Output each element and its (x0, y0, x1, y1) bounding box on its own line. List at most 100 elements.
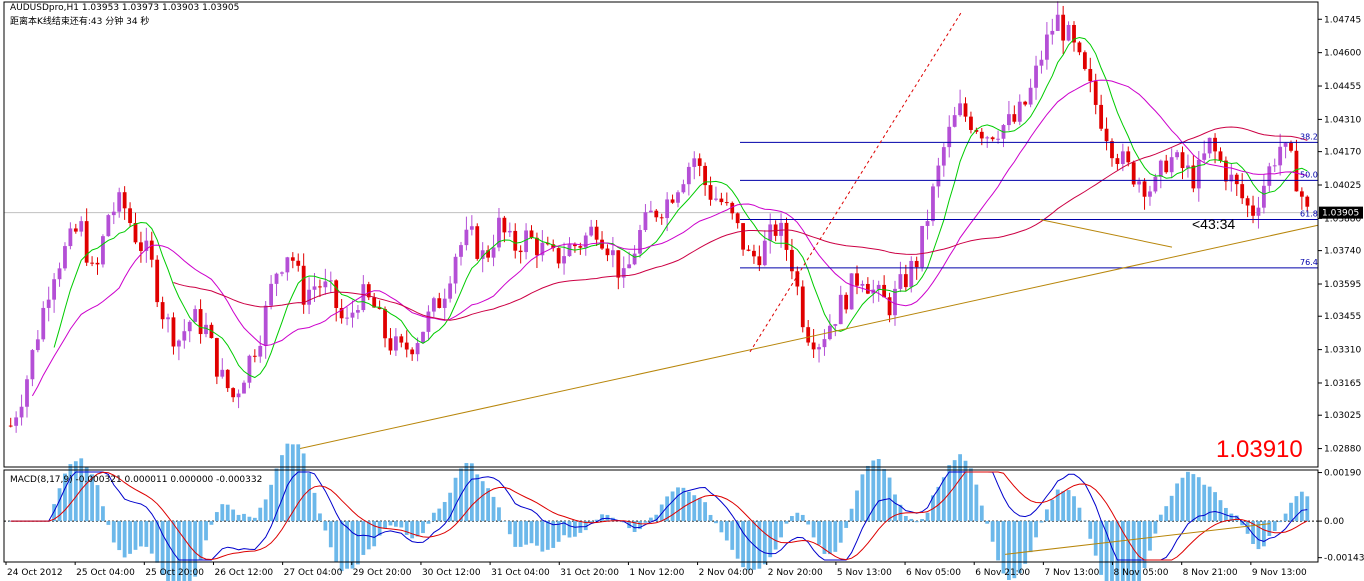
candle-body (204, 324, 208, 335)
ma-mid-line (31, 79, 1308, 397)
candle-body (822, 339, 827, 348)
time-tick-label: 1 Nov 12:00 (629, 568, 684, 578)
candle-body (925, 221, 930, 226)
macd-histogram-bar (1077, 507, 1082, 522)
bar-countdown-header: 距离本K线结束还有:43 分钟 34 秒 (10, 17, 150, 27)
candle-body (166, 317, 170, 320)
candle-body (600, 239, 604, 249)
candle-body (1234, 174, 1239, 185)
macd-histogram-bar (1289, 502, 1293, 522)
candle-body (936, 165, 941, 187)
chart-window: 38.2 50.0 61.8 76.4 1.04745 1.04600 1.04455 1.… (0, 0, 1364, 581)
candle-body (1267, 166, 1272, 186)
macd-histogram-bar (893, 494, 897, 522)
price-tick-label: 1.03455 (1324, 312, 1361, 322)
price-tick-label: 1.03310 (1324, 346, 1361, 356)
candle-body (643, 212, 648, 231)
macd-histogram-bar (779, 521, 783, 538)
macd-histogram-bar (296, 444, 301, 522)
time-tick-label: 2 Nov 04:00 (699, 568, 754, 578)
time-tick-label: 27 Oct 04:00 (284, 568, 343, 578)
macd-histogram-bar (920, 519, 925, 522)
macd-histogram-bar (301, 453, 306, 522)
macd-histogram-bar (849, 508, 854, 522)
candle-body (345, 317, 349, 319)
candle-body (1007, 114, 1011, 126)
candle-body (784, 222, 789, 250)
macd-histogram-bar (1050, 499, 1055, 522)
macd-histogram-bar (269, 484, 274, 522)
candle-body (909, 260, 914, 288)
time-tick-label: 30 Oct 12:00 (422, 568, 481, 578)
candle-body (556, 248, 561, 264)
price-tick-label: 1.03025 (1324, 411, 1361, 421)
macd-tick-label: -0.00143 (1324, 554, 1364, 564)
candle-body (670, 199, 675, 203)
candle-body (1202, 153, 1207, 160)
macd-histogram-bar (1196, 477, 1201, 522)
candle-body (589, 226, 594, 236)
candle-body (1131, 162, 1136, 185)
macd-histogram-bar (1158, 514, 1163, 522)
macd-histogram-bar (231, 509, 236, 522)
candle-body (415, 343, 420, 355)
candle-body (426, 311, 431, 332)
candle-body (1034, 65, 1038, 88)
candle-body (469, 226, 474, 230)
candle-body (632, 253, 637, 265)
candle-body (762, 240, 767, 266)
time-tick-label: 26 Oct 12:00 (214, 568, 273, 578)
candle-body (979, 131, 984, 139)
candle-body (236, 393, 241, 398)
macd-histogram-bar (144, 521, 149, 547)
macd-histogram-bar (1066, 490, 1071, 522)
candle-body (318, 286, 322, 288)
time-tick-label: 7 Nov 13:00 (1044, 568, 1099, 578)
candle-body (659, 217, 664, 219)
macd-histogram-bar (811, 521, 816, 538)
candle-body (648, 210, 653, 213)
candle-body (453, 256, 458, 284)
candle-body (1289, 143, 1293, 151)
candle-body (1082, 52, 1087, 69)
macd-histogram-bar (1191, 474, 1196, 522)
macd-histogram-bar (817, 521, 821, 545)
macd-histogram-bar (573, 521, 577, 537)
candle-body (1012, 114, 1017, 122)
candle-body (757, 256, 762, 266)
chart-canvas: 38.2 50.0 61.8 76.4 1.04745 1.04600 1.04455 1.… (3, 1, 1364, 581)
price-tick-label: 1.04745 (1324, 15, 1361, 25)
macd-histogram-bar (676, 487, 680, 522)
macd-histogram-bar (724, 521, 729, 541)
candle-body (19, 406, 24, 418)
macd-histogram-bar (101, 506, 105, 522)
time-tick-label: 24 Oct 2012 (7, 568, 63, 578)
candle-body (442, 298, 447, 308)
macd-histogram-bar (969, 468, 973, 522)
candle-body (133, 222, 138, 243)
candle-body (920, 225, 925, 268)
candle-body (1278, 146, 1283, 166)
candle-body (969, 116, 973, 130)
candle-body (697, 158, 702, 166)
macd-histogram-bar (312, 492, 317, 522)
macd-histogram-bar (1028, 521, 1033, 553)
macd-histogram-bar (334, 521, 339, 563)
candle-body (1207, 137, 1212, 154)
fib-base-line (749, 10, 963, 353)
candle-body (1153, 176, 1158, 192)
macd-histogram-bar (204, 521, 208, 541)
macd-histogram-bar (323, 521, 328, 531)
candle-body (708, 185, 713, 200)
macd-histogram-bar (800, 514, 805, 522)
candle-body (996, 138, 1000, 140)
candle-body (214, 338, 219, 377)
candle-body (524, 230, 528, 253)
macd-histogram-bar (529, 521, 534, 544)
candle-body (1218, 151, 1223, 161)
candle-body (1299, 191, 1304, 197)
macd-histogram-bar (128, 521, 132, 554)
candle-body (182, 331, 187, 341)
candle-body (73, 228, 78, 232)
candle-body (263, 305, 268, 346)
